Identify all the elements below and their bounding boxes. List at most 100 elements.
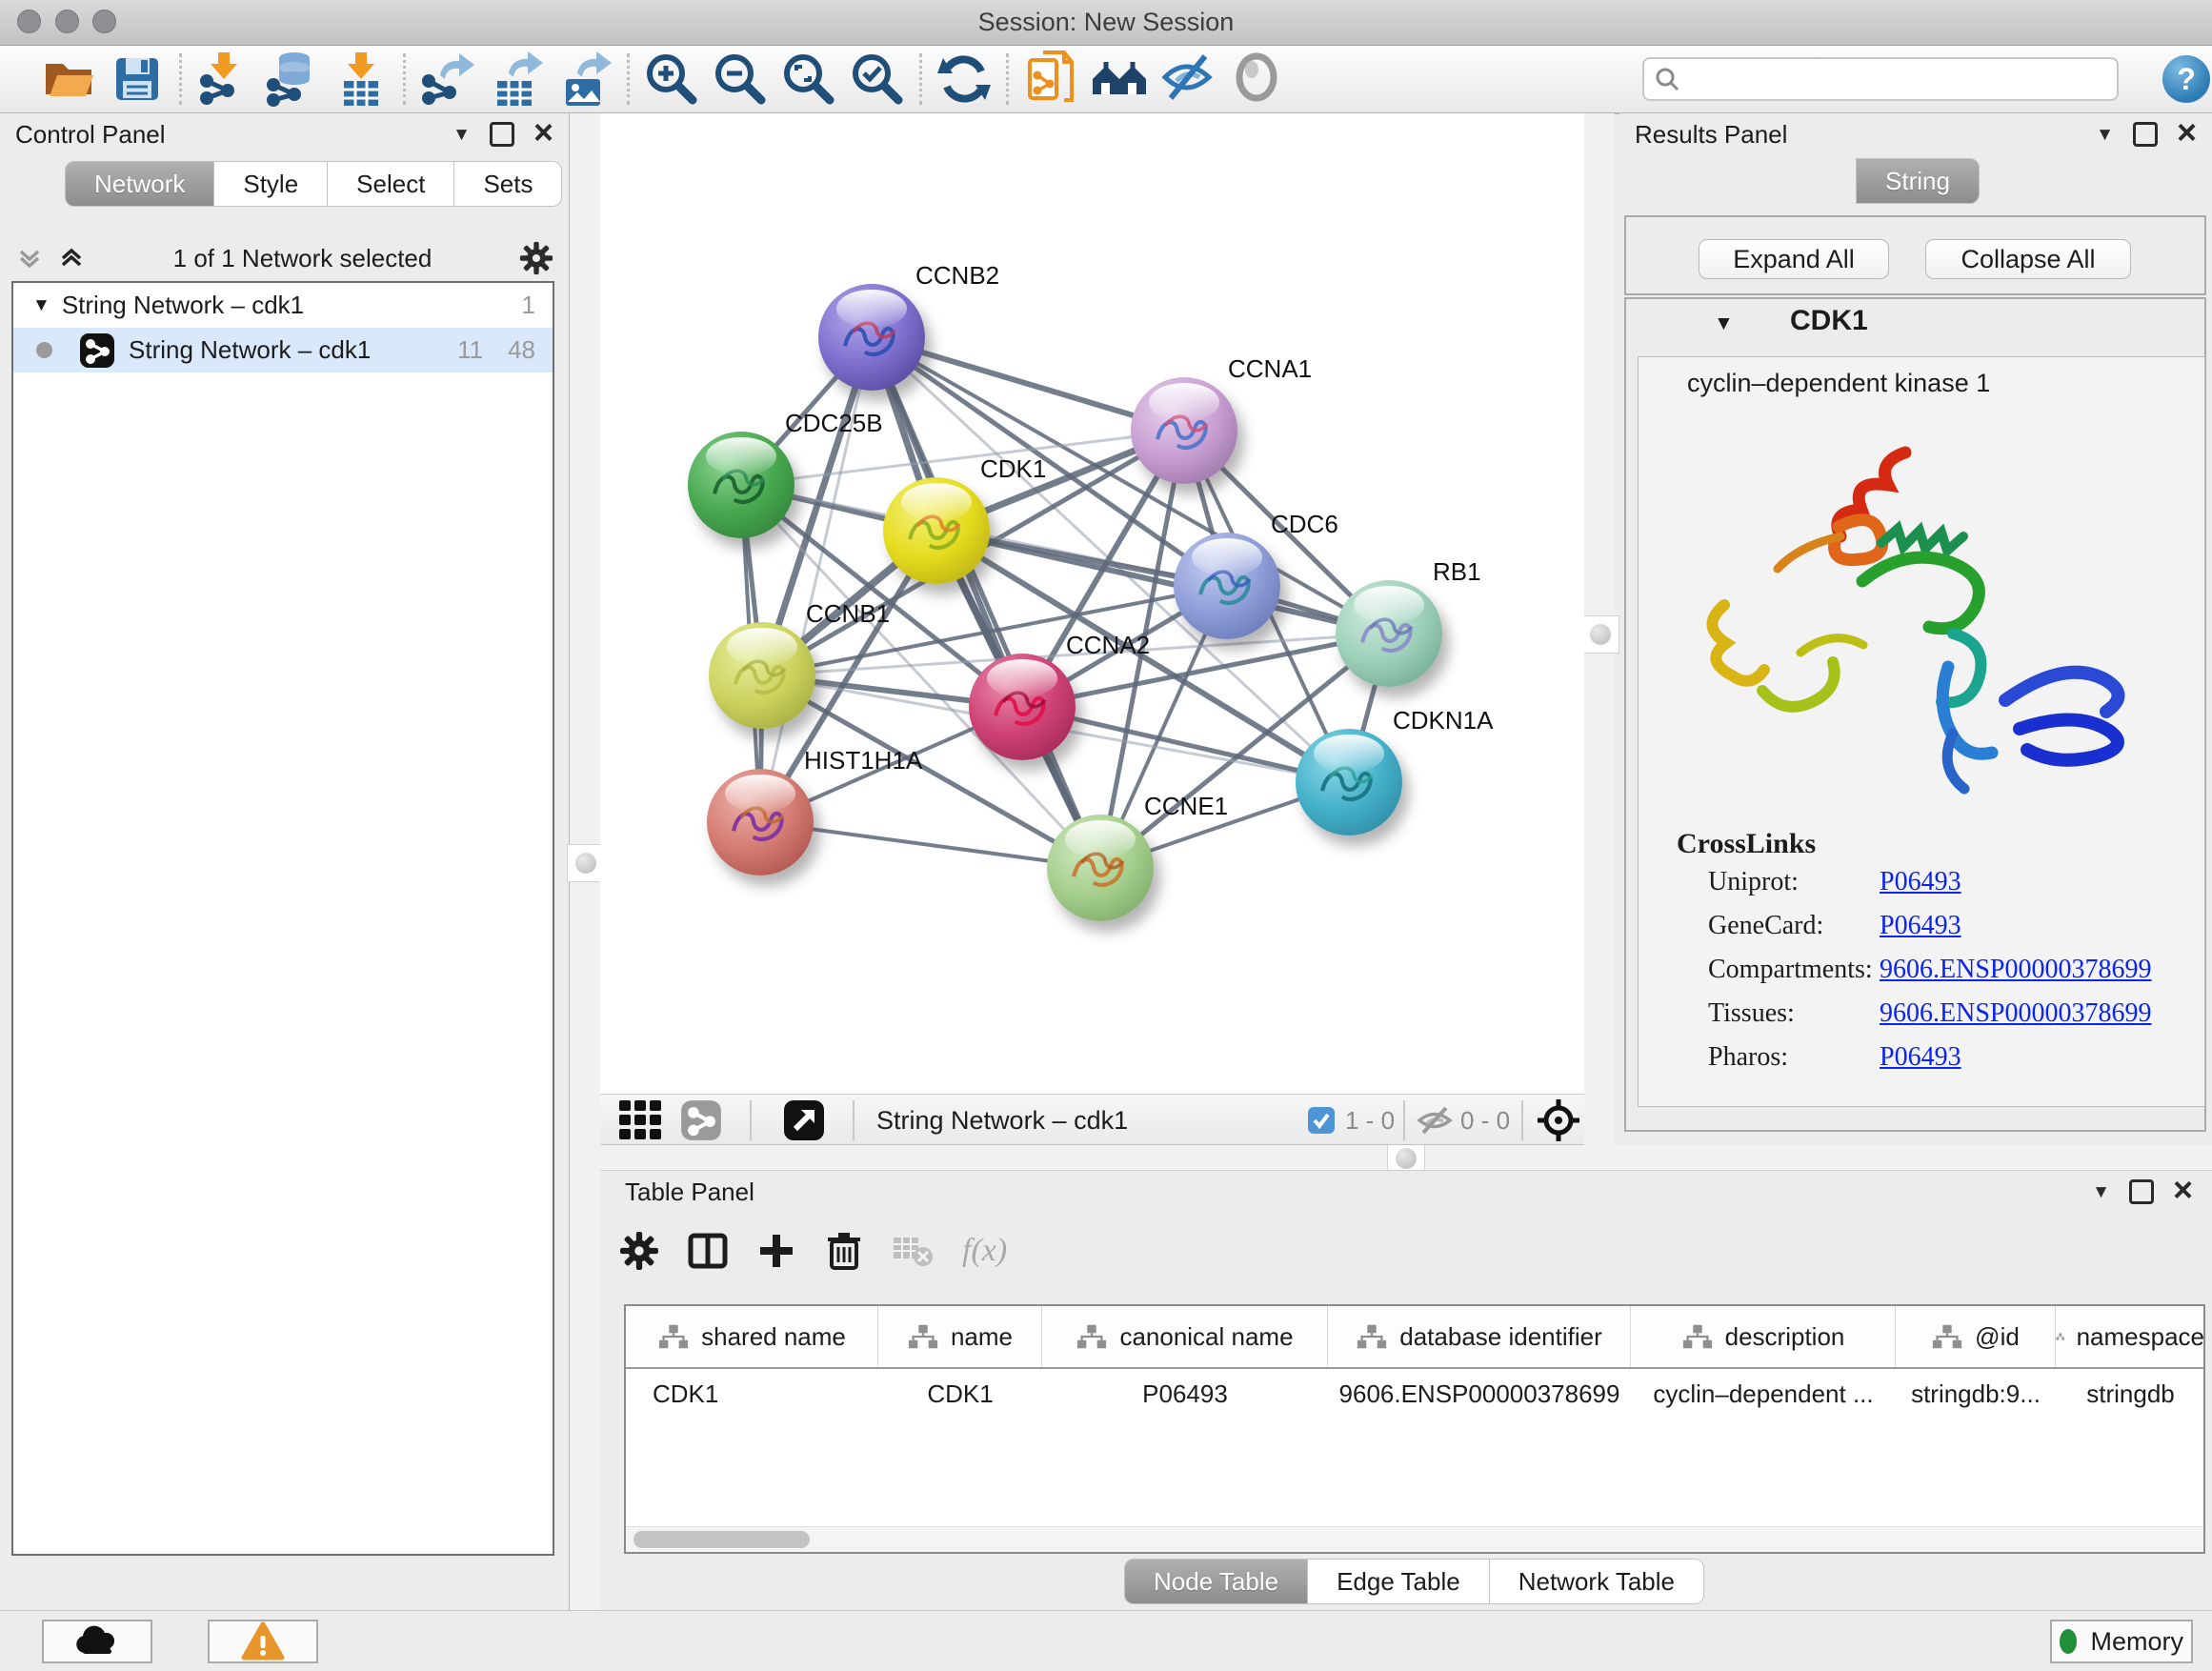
crosslink-link[interactable]: 9606.ENSP00000378699 (1880, 998, 2151, 1029)
network-collection-row[interactable]: ▼ String Network – cdk1 1 (13, 283, 553, 328)
panel-dropdown-icon[interactable]: ▼ (452, 126, 471, 144)
toolbar-separator (853, 1100, 855, 1140)
panel-float-icon[interactable] (2133, 122, 2158, 147)
node-table[interactable]: shared namenamecanonical namedatabase id… (624, 1304, 2205, 1554)
crosslink-link[interactable]: 9606.ENSP00000378699 (1880, 955, 2151, 985)
column-header-description[interactable]: description (1631, 1306, 1896, 1367)
zoom-fit-icon[interactable] (774, 50, 843, 109)
panel-close-icon[interactable]: × (533, 115, 553, 150)
expand-all-button[interactable]: Expand All (1699, 239, 1889, 279)
crosslink-label: Pharos: (1708, 1042, 1788, 1073)
right-splitter[interactable] (1584, 113, 1615, 1145)
panel-dropdown-icon[interactable]: ▼ (2092, 1183, 2110, 1201)
tab-network-table[interactable]: Network Table (1490, 1559, 1704, 1604)
network-node-ccna1[interactable]: CCNA1 (1131, 377, 1237, 484)
tab-network[interactable]: Network (65, 161, 214, 207)
home-networks-icon[interactable] (1085, 50, 1154, 109)
horizontal-splitter[interactable] (600, 1145, 2212, 1170)
panel-float-icon[interactable] (2129, 1179, 2154, 1204)
node-label: RB1 (1433, 557, 1481, 587)
export-table-icon[interactable] (482, 50, 551, 109)
string-share-icon[interactable] (680, 1095, 722, 1146)
tab-node-table[interactable]: Node Table (1124, 1559, 1308, 1604)
network-node-ccna2[interactable]: CCNA2 (969, 654, 1076, 760)
network-options-gear-icon[interactable] (519, 241, 553, 275)
network-node-ccnb2[interactable]: CCNB2 (818, 284, 925, 391)
network-canvas[interactable]: CCNB2 CCNA1 CDC25B CDK1 CDC6 RB1 CCNB1 CCNA2 CDK… (600, 113, 1584, 1094)
crosslink-label: Uniprot: (1708, 867, 1799, 897)
table-row[interactable]: CDK1CDK1P064939606.ENSP00000378699cyclin… (626, 1369, 2203, 1419)
tree-expand-icon[interactable]: ▼ (32, 295, 50, 316)
refresh-view-icon[interactable] (930, 50, 998, 109)
crosslink-link[interactable]: P06493 (1880, 1042, 1961, 1073)
cloud-status-button[interactable] (42, 1620, 152, 1663)
column-header-canonical-name[interactable]: canonical name (1042, 1306, 1328, 1367)
network-node-cdkn1a[interactable]: CDKN1A (1296, 729, 1402, 836)
network-node-ccnb1[interactable]: CCNB1 (709, 622, 815, 729)
right-splitter-handle[interactable] (1581, 615, 1619, 654)
network-node-cdc6[interactable]: CDC6 (1174, 533, 1280, 639)
column-header-namespace[interactable]: namespace (2056, 1306, 2205, 1367)
add-column-icon[interactable] (756, 1231, 796, 1271)
node-gloss (1065, 820, 1136, 858)
import-network-file-icon[interactable] (190, 50, 258, 109)
export-network-icon[interactable] (413, 50, 482, 109)
hidden-eye-icon[interactable] (1416, 1095, 1454, 1146)
zoom-selected-icon[interactable] (843, 50, 912, 109)
crosslink-link[interactable]: P06493 (1880, 867, 1961, 897)
section-collapse-icon[interactable]: ▼ (1714, 312, 1734, 335)
collapse-all-button[interactable]: Collapse All (1925, 239, 2131, 279)
show-columns-icon[interactable] (688, 1231, 728, 1271)
import-table-file-icon[interactable] (327, 50, 395, 109)
open-session-icon[interactable] (34, 50, 103, 109)
search-input[interactable] (1680, 65, 2117, 93)
delete-column-icon[interactable] (825, 1230, 863, 1272)
network-node-hist1h1a[interactable]: HIST1H1A (707, 769, 814, 876)
tab-string[interactable]: String (1856, 158, 1980, 204)
crosslink-link[interactable]: P06493 (1880, 911, 1961, 941)
toolbar-separator (403, 53, 406, 105)
open-in-new-window-icon[interactable] (783, 1095, 825, 1146)
table-horizontal-scrollbar[interactable] (626, 1526, 2203, 1552)
collapse-all-icon[interactable] (15, 244, 44, 272)
network-node-cdc25b[interactable]: CDC25B (688, 432, 794, 538)
node-label: CCNE1 (1144, 792, 1228, 821)
panel-close-icon[interactable]: × (2177, 115, 2197, 150)
selected-checkbox[interactable] (1307, 1095, 1336, 1146)
help-button[interactable]: ? (2162, 55, 2210, 103)
save-session-icon[interactable] (103, 50, 171, 109)
fit-content-crosshair-icon[interactable] (1537, 1095, 1580, 1146)
table-options-gear-icon[interactable] (619, 1231, 659, 1271)
panel-dropdown-icon[interactable]: ▼ (2096, 126, 2114, 144)
collection-count: 1 (522, 291, 535, 320)
toolbar-search[interactable] (1642, 57, 2119, 101)
network-node-ccne1[interactable]: CCNE1 (1047, 815, 1154, 921)
expand-all-icon[interactable] (57, 244, 86, 272)
column-header-name[interactable]: name (878, 1306, 1042, 1367)
view-indicator-dot (36, 342, 52, 358)
panel-close-icon[interactable]: × (2173, 1173, 2193, 1207)
tab-sets[interactable]: Sets (454, 161, 562, 207)
birdseye-grid-icon[interactable] (619, 1095, 663, 1146)
network-node-cdk1[interactable]: CDK1 (883, 477, 990, 584)
zoom-out-icon[interactable] (706, 50, 774, 109)
tab-edge-table[interactable]: Edge Table (1308, 1559, 1490, 1604)
left-splitter-handle[interactable] (567, 844, 605, 882)
column-header-shared-name[interactable]: shared name (626, 1306, 878, 1367)
left-splitter[interactable] (570, 113, 600, 1610)
hide-unhide-icon[interactable] (1154, 50, 1222, 109)
network-node-rb1[interactable]: RB1 (1336, 580, 1442, 687)
column-header-database-identifier[interactable]: database identifier (1328, 1306, 1631, 1367)
memory-button[interactable]: Memory (2050, 1620, 2193, 1663)
network-row[interactable]: String Network – cdk1 11 48 (13, 328, 553, 372)
column-header--id[interactable]: @id (1896, 1306, 2056, 1367)
edge-count: 48 (508, 335, 535, 365)
tab-select[interactable]: Select (328, 161, 454, 207)
clone-network-icon[interactable] (1016, 50, 1085, 109)
tab-style[interactable]: Style (214, 161, 328, 207)
warnings-button[interactable] (208, 1620, 318, 1663)
import-network-database-icon[interactable] (258, 50, 327, 109)
export-image-icon[interactable] (551, 50, 619, 109)
zoom-in-icon[interactable] (637, 50, 706, 109)
panel-float-icon[interactable] (490, 122, 514, 147)
